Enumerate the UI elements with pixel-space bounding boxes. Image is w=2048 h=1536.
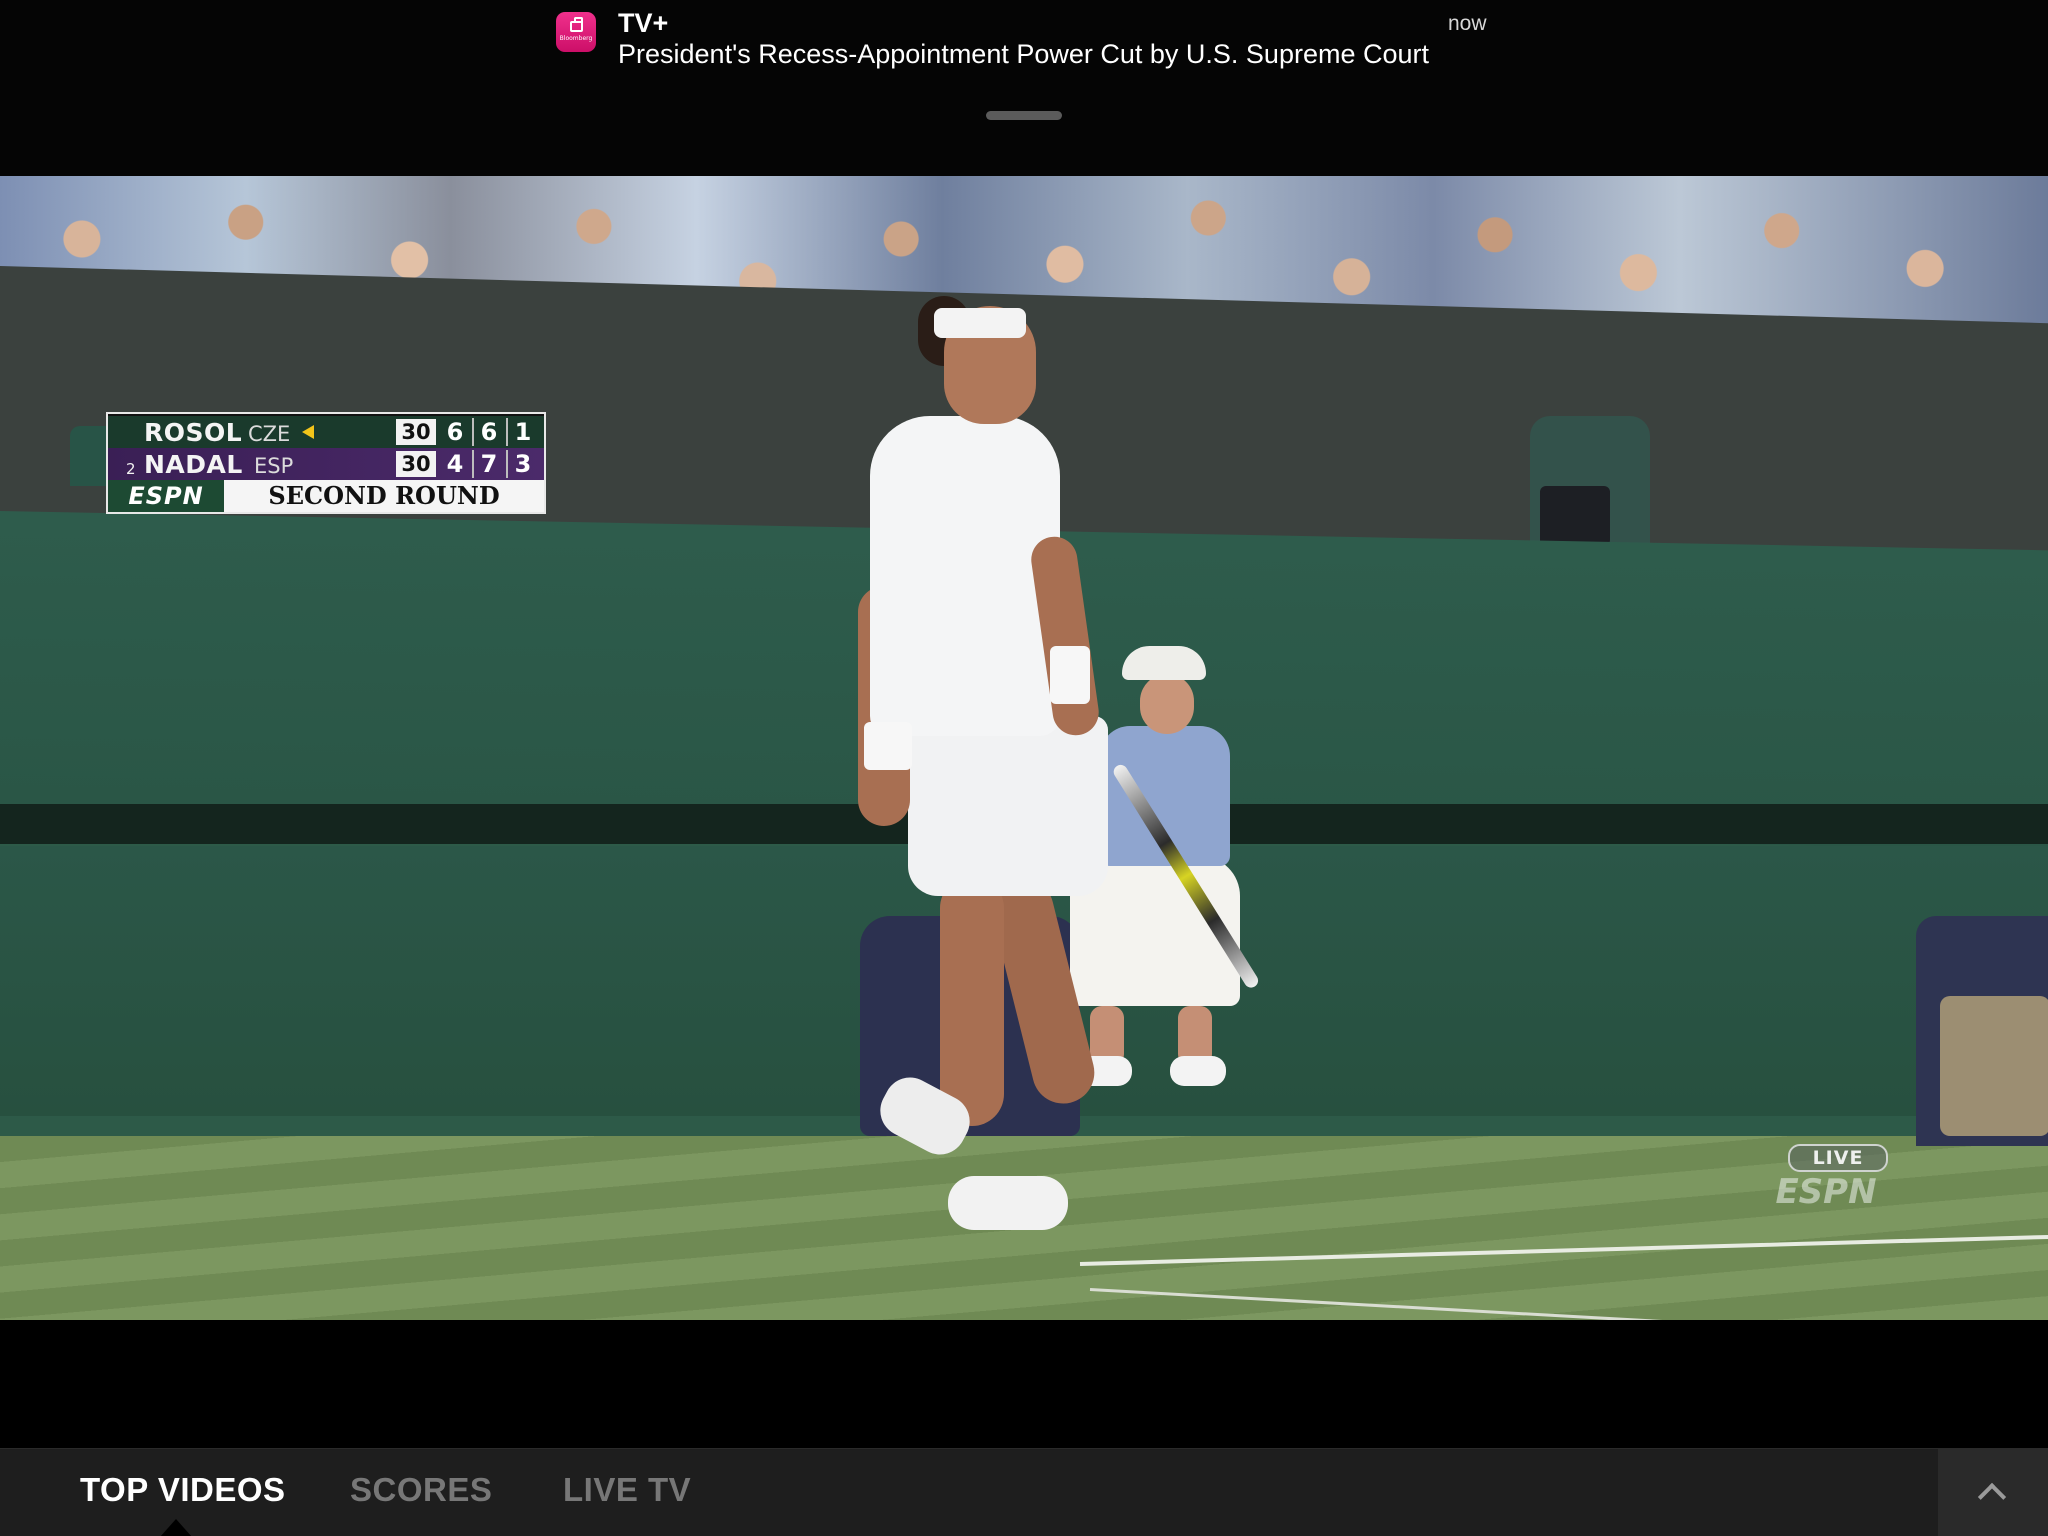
set-score: 7	[472, 450, 504, 478]
player-name: ROSOL	[144, 418, 243, 447]
bloomberg-app-icon: Bloomberg	[556, 12, 596, 52]
briefcase-icon	[569, 17, 583, 32]
notification-time: now	[1448, 12, 1487, 35]
round-label: SECOND ROUND	[268, 481, 500, 510]
tab-live-tv[interactable]: LIVE TV	[563, 1471, 691, 1509]
video-player-part	[870, 416, 1060, 736]
chevron-up-icon	[1977, 1482, 2007, 1512]
live-badge: LIVE	[1788, 1144, 1888, 1172]
bottom-tab-bar: TOP VIDEOS SCORES LIVE TV	[0, 1448, 2048, 1536]
active-tab-indicator	[160, 1519, 192, 1536]
set-score: 1	[506, 418, 538, 446]
video-tennis-player	[0, 176, 2048, 1320]
screen: Bloomberg TV+ now President's Recess-App…	[0, 0, 2048, 1536]
notification-banner[interactable]: Bloomberg TV+ now President's Recess-App…	[0, 0, 2048, 176]
tab-scores[interactable]: SCORES	[350, 1471, 492, 1509]
set-score: 6	[446, 418, 464, 446]
espn-logo: ESPN	[108, 480, 224, 512]
video-player-part	[908, 716, 1108, 896]
app-icon-brand: Bloomberg	[559, 35, 593, 42]
video-player-part	[934, 308, 1026, 338]
player-points: 30	[396, 419, 436, 445]
video-player-part	[1050, 646, 1090, 704]
live-network-watermark: ESPN	[1775, 1172, 1877, 1212]
player-country: CZE	[248, 422, 291, 446]
player-name: NADAL	[144, 450, 243, 479]
notification-app-name: TV+	[618, 8, 669, 38]
video-player[interactable]: ROSOL CZE 30 6 6 1 2 NADAL ESP 30 4 7 3 …	[0, 176, 2048, 1320]
scorebug: ROSOL CZE 30 6 6 1 2 NADAL ESP 30 4 7 3 …	[106, 412, 546, 514]
player-points: 30	[396, 451, 436, 477]
player-country: ESP	[254, 454, 294, 478]
expand-button[interactable]	[1938, 1449, 2048, 1536]
set-score: 6	[472, 418, 504, 446]
scorebug-footer: ESPN SECOND ROUND	[108, 480, 544, 512]
set-score: 4	[446, 450, 464, 478]
notification-grabber[interactable]	[986, 111, 1062, 120]
video-player-part	[940, 876, 1004, 1126]
serve-indicator-icon	[302, 425, 314, 439]
set-score: 3	[506, 450, 538, 478]
notification-message: President's Recess-Appointment Power Cut…	[618, 39, 1430, 69]
video-player-racket	[1111, 762, 1261, 991]
player-seed: 2	[126, 460, 136, 478]
tab-top-videos[interactable]: TOP VIDEOS	[80, 1471, 286, 1509]
scorebug-row: ROSOL CZE 30 6 6 1	[108, 416, 544, 448]
scorebug-row: 2 NADAL ESP 30 4 7 3	[108, 448, 544, 480]
video-player-part	[864, 722, 912, 770]
video-player-part	[948, 1176, 1068, 1230]
